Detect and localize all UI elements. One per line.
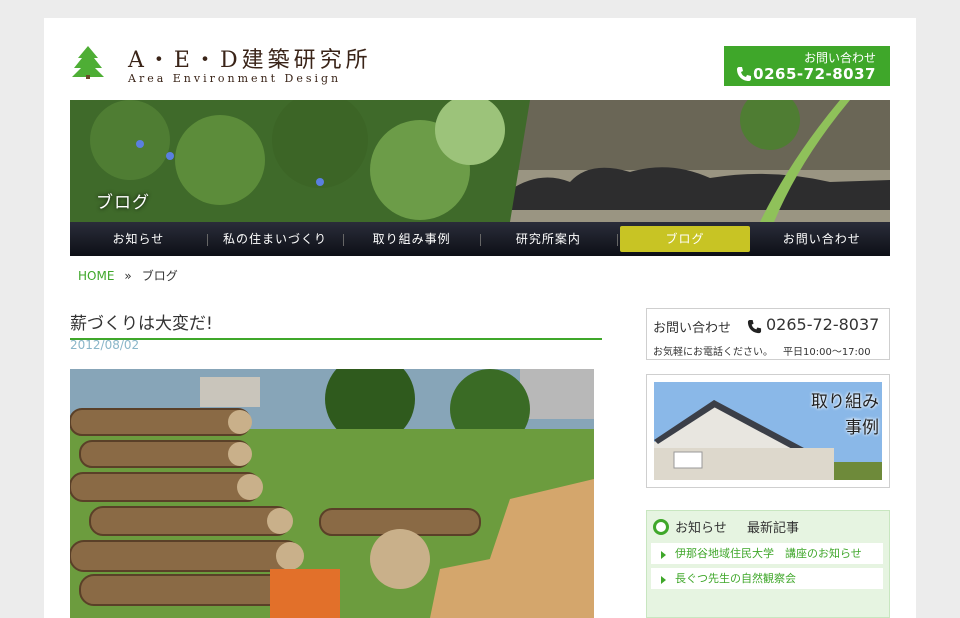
triangle-right-icon <box>661 576 666 584</box>
site-logo[interactable]: A・E・D建築研究所 Area Environment Design <box>70 44 410 88</box>
nav-item-blog[interactable]: ブログ <box>616 222 754 256</box>
sidebar-contact-box[interactable]: お問い合わせ 0265-72-8037 お気軽にお電話ください。 平日10:00… <box>646 308 890 360</box>
post-image <box>70 369 594 618</box>
banner-title: ブログ <box>96 193 150 213</box>
post-date: 2012/08/02 <box>70 338 140 352</box>
sidebar-works-banner[interactable]: 取り組み 事例 <box>646 374 890 488</box>
tree-logo-icon <box>72 46 104 79</box>
breadcrumb-current: ブログ <box>141 269 178 283</box>
global-nav: お知らせ 私の住まいづくり 取り組み事例 研究所案内 ブログ お問い合わせ <box>70 222 890 256</box>
circle-bullet-icon <box>653 519 669 535</box>
phone-icon <box>737 67 751 81</box>
breadcrumb-home-link[interactable]: HOME <box>78 269 114 283</box>
sidebar-contact-note: お気軽にお電話ください。 <box>653 347 773 358</box>
sidebar-contact-label: お問い合わせ <box>653 321 732 336</box>
nav-label: 取り組み事例 <box>372 232 451 246</box>
sidebar-news-title: お知らせ <box>675 521 727 536</box>
nav-label: 私の住まいづくり <box>223 232 328 246</box>
list-item[interactable]: 長ぐつ先生の自然観察会 <box>651 568 883 589</box>
nav-label: ブログ <box>619 226 751 252</box>
sidebar-news-subtitle: 最新記事 <box>747 521 800 536</box>
garden-banner-image <box>70 100 890 222</box>
nav-label: お知らせ <box>112 232 165 246</box>
news-item-label: 長ぐつ先生の自然観察会 <box>675 572 796 585</box>
page-banner: ブログ <box>70 100 890 222</box>
works-banner-title-line1: 取り組み <box>811 392 879 412</box>
nav-item-my-home[interactable]: 私の住まいづくり <box>206 222 344 256</box>
nav-label: 研究所案内 <box>515 232 581 246</box>
news-item-label: 伊那谷地域住民大学 講座のお知らせ <box>675 547 862 560</box>
page: A・E・D建築研究所 Area Environment Design お問い合わ… <box>44 18 916 618</box>
header-contact-button[interactable]: お問い合わせ 0265-72-8037 <box>724 46 890 86</box>
post-title[interactable]: 薪づくりは大変だ! <box>70 309 602 340</box>
sidebar-contact-tel: 0265-72-8037 <box>766 315 880 334</box>
triangle-right-icon <box>661 551 666 559</box>
phone-icon <box>747 319 762 334</box>
nav-label: お問い合わせ <box>782 232 861 246</box>
breadcrumb-separator: » <box>124 269 132 283</box>
logo-subtitle: Area Environment Design <box>128 72 342 85</box>
sidebar-contact-hours: 平日10:00～17:00 <box>783 347 871 358</box>
nav-item-about[interactable]: 研究所案内 <box>480 222 617 256</box>
logo-title: A・E・D建築研究所 <box>128 48 372 73</box>
firewood-photo <box>70 369 594 618</box>
list-item[interactable]: 伊那谷地域住民大学 講座のお知らせ <box>651 543 883 564</box>
nav-item-contact[interactable]: お問い合わせ <box>753 222 890 256</box>
sidebar-news-box: お知らせ 最新記事 伊那谷地域住民大学 講座のお知らせ 長ぐつ先生の自然観察会 <box>646 510 890 618</box>
nav-item-works[interactable]: 取り組み事例 <box>343 222 480 256</box>
breadcrumb: HOME » ブログ <box>78 267 178 284</box>
header-contact-label: お問い合わせ <box>803 51 876 65</box>
works-banner-title-line2: 事例 <box>845 418 879 438</box>
header-contact-tel: 0265-72-8037 <box>753 65 876 83</box>
nav-item-news[interactable]: お知らせ <box>70 222 207 256</box>
sidebar-news-list: 伊那谷地域住民大学 講座のお知らせ 長ぐつ先生の自然観察会 <box>651 543 883 593</box>
